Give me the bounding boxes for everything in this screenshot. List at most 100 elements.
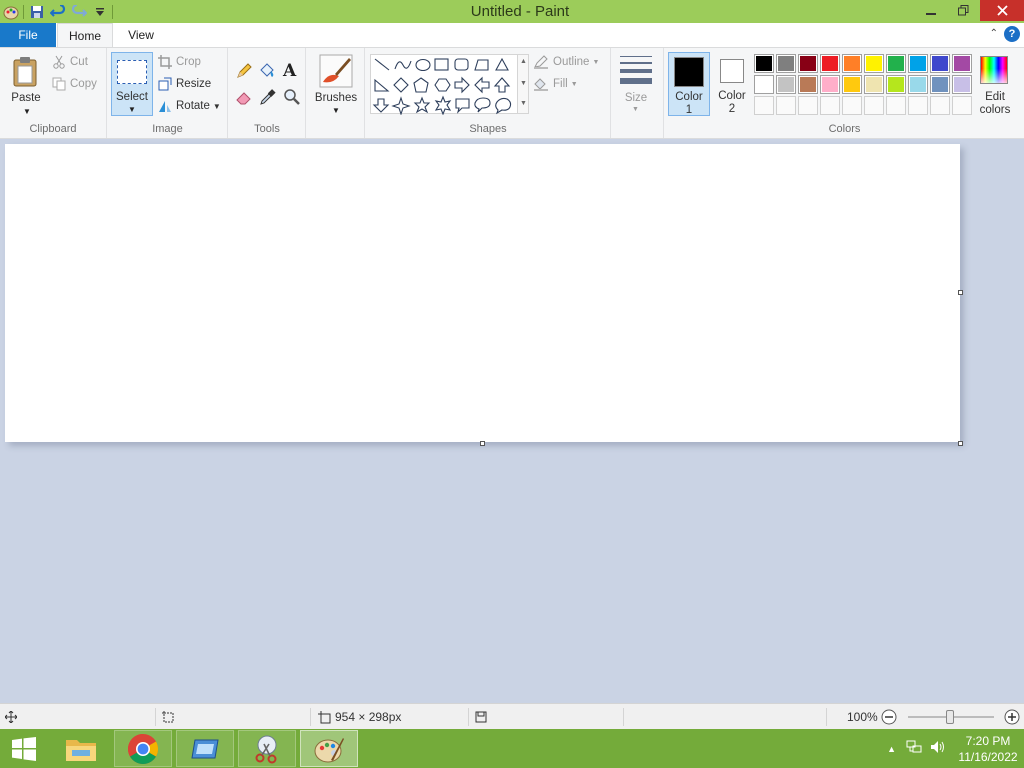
select-button[interactable]: Select ▼ bbox=[111, 52, 153, 116]
palette-custom-slot[interactable] bbox=[930, 96, 950, 115]
help-icon[interactable]: ? bbox=[1004, 26, 1020, 42]
ribbon-tabs: File Home View ⌃ ? bbox=[0, 23, 1024, 47]
eraser-icon[interactable] bbox=[235, 88, 253, 109]
palette-swatch[interactable] bbox=[820, 75, 840, 94]
paste-icon bbox=[13, 57, 37, 87]
title-bar: Untitled - Paint bbox=[0, 0, 1024, 23]
crop-button[interactable]: Crop bbox=[158, 55, 201, 69]
palette-swatch[interactable] bbox=[776, 75, 796, 94]
palette-custom-slot[interactable] bbox=[842, 96, 862, 115]
fill-icon bbox=[534, 78, 548, 91]
size-button[interactable]: Size ▼ bbox=[616, 52, 660, 116]
fill-bucket-icon[interactable] bbox=[258, 62, 276, 83]
palette-swatch[interactable] bbox=[820, 54, 840, 73]
canvas-resize-handle-right[interactable] bbox=[958, 290, 963, 295]
colors-group: Color 1 Color 2 Edit colors Colors bbox=[665, 48, 1024, 138]
pencil-icon[interactable] bbox=[235, 62, 253, 83]
restore-button[interactable] bbox=[947, 0, 980, 21]
zoom-out-icon bbox=[881, 709, 897, 725]
palette-swatch[interactable] bbox=[952, 54, 972, 73]
palette-swatch[interactable] bbox=[886, 75, 906, 94]
taskbar-paint[interactable] bbox=[300, 730, 358, 767]
palette-swatch[interactable] bbox=[754, 75, 774, 94]
outline-icon bbox=[534, 55, 548, 69]
canvas-resize-handle-corner[interactable] bbox=[958, 441, 963, 446]
cut-button[interactable]: Cut bbox=[52, 55, 88, 69]
show-hidden-icons[interactable]: ▲ bbox=[887, 744, 896, 754]
rotate-label: Rotate bbox=[176, 100, 210, 112]
drawing-canvas[interactable] bbox=[5, 144, 960, 442]
palette-swatch[interactable] bbox=[886, 54, 906, 73]
palette-custom-slot[interactable] bbox=[820, 96, 840, 115]
shapes-group: ▲ ▼ ▼ Outline ▼ Fill ▼ Shapes bbox=[366, 48, 611, 138]
fill-button[interactable]: Fill ▼ bbox=[533, 77, 578, 91]
edit-colors-button[interactable]: Edit colors bbox=[974, 52, 1016, 116]
palette-swatch[interactable] bbox=[798, 75, 818, 94]
taskbar-chrome[interactable] bbox=[114, 730, 172, 767]
scroll-down-icon[interactable]: ▼ bbox=[520, 80, 527, 87]
palette-custom-slot[interactable] bbox=[952, 96, 972, 115]
palette-swatch[interactable] bbox=[908, 75, 928, 94]
network-icon[interactable] bbox=[906, 740, 922, 757]
palette-swatch[interactable] bbox=[930, 75, 950, 94]
taskbar-clock[interactable]: 7:20 PM 11/16/2022 bbox=[952, 733, 1024, 765]
minimize-button[interactable] bbox=[914, 0, 947, 21]
palette-swatch[interactable] bbox=[842, 54, 862, 73]
taskbar-snipping-tool[interactable] bbox=[238, 730, 296, 767]
color1-button[interactable]: Color 1 bbox=[668, 52, 710, 116]
palette-swatch[interactable] bbox=[776, 54, 796, 73]
copy-button[interactable]: Copy bbox=[52, 77, 97, 91]
shapes-scrollbar[interactable]: ▲ ▼ ▼ bbox=[518, 54, 529, 114]
collapse-ribbon-icon[interactable]: ⌃ bbox=[990, 28, 998, 39]
volume-icon[interactable] bbox=[930, 740, 946, 757]
taskbar-app-window[interactable] bbox=[176, 730, 234, 767]
tab-file[interactable]: File bbox=[0, 23, 56, 47]
size-label: Size bbox=[624, 92, 648, 104]
brushes-dropdown-icon: ▼ bbox=[332, 106, 340, 115]
color2-button[interactable]: Color 2 bbox=[711, 52, 753, 116]
palette-swatch[interactable] bbox=[842, 75, 862, 94]
palette-swatch[interactable] bbox=[754, 54, 774, 73]
palette-swatch[interactable] bbox=[930, 54, 950, 73]
palette-swatch[interactable] bbox=[798, 54, 818, 73]
palette-custom-slot[interactable] bbox=[864, 96, 884, 115]
palette-custom-slot[interactable] bbox=[908, 96, 928, 115]
color2-label-line2: 2 bbox=[728, 103, 736, 115]
brushes-button[interactable]: Brushes ▼ bbox=[311, 52, 361, 116]
windows-logo-icon bbox=[12, 736, 36, 761]
palette-swatch[interactable] bbox=[952, 75, 972, 94]
zoom-slider-thumb[interactable] bbox=[946, 710, 954, 724]
crop-label: Crop bbox=[176, 56, 201, 68]
resize-icon bbox=[158, 77, 172, 91]
zoom-out-button[interactable] bbox=[881, 704, 897, 730]
zoom-in-button[interactable] bbox=[1004, 704, 1020, 730]
resize-button[interactable]: Resize bbox=[158, 77, 211, 91]
palette-custom-slot[interactable] bbox=[798, 96, 818, 115]
palette-custom-slot[interactable] bbox=[754, 96, 774, 115]
scroll-up-icon[interactable]: ▲ bbox=[520, 58, 527, 65]
color-picker-icon[interactable] bbox=[258, 88, 276, 109]
rotate-button[interactable]: Rotate ▼ bbox=[158, 99, 221, 113]
text-tool-icon[interactable]: A bbox=[283, 61, 296, 81]
outline-button[interactable]: Outline ▼ bbox=[533, 55, 599, 69]
start-button[interactable] bbox=[0, 730, 48, 767]
expand-gallery-icon[interactable]: ▼ bbox=[520, 100, 527, 107]
paste-button[interactable]: Paste ▼ bbox=[6, 52, 46, 116]
palette-swatch[interactable] bbox=[864, 75, 884, 94]
palette-custom-slot[interactable] bbox=[776, 96, 796, 115]
magnifier-icon[interactable] bbox=[283, 88, 301, 109]
shapes-gallery-icons[interactable] bbox=[371, 55, 517, 116]
tab-view[interactable]: View bbox=[116, 23, 166, 47]
palette-swatch[interactable] bbox=[864, 54, 884, 73]
canvas-size-text: 954 × 298px bbox=[335, 710, 402, 724]
zoom-slider[interactable] bbox=[908, 710, 994, 724]
palette-swatch[interactable] bbox=[908, 54, 928, 73]
close-button[interactable] bbox=[980, 0, 1024, 21]
cursor-position-icon bbox=[5, 704, 17, 730]
window-app-icon bbox=[191, 739, 219, 758]
color1-label-line1: Color bbox=[675, 91, 703, 103]
tab-home[interactable]: Home bbox=[57, 23, 113, 47]
taskbar-file-explorer[interactable] bbox=[52, 730, 110, 767]
palette-custom-slot[interactable] bbox=[886, 96, 906, 115]
canvas-resize-handle-bottom[interactable] bbox=[480, 441, 485, 446]
